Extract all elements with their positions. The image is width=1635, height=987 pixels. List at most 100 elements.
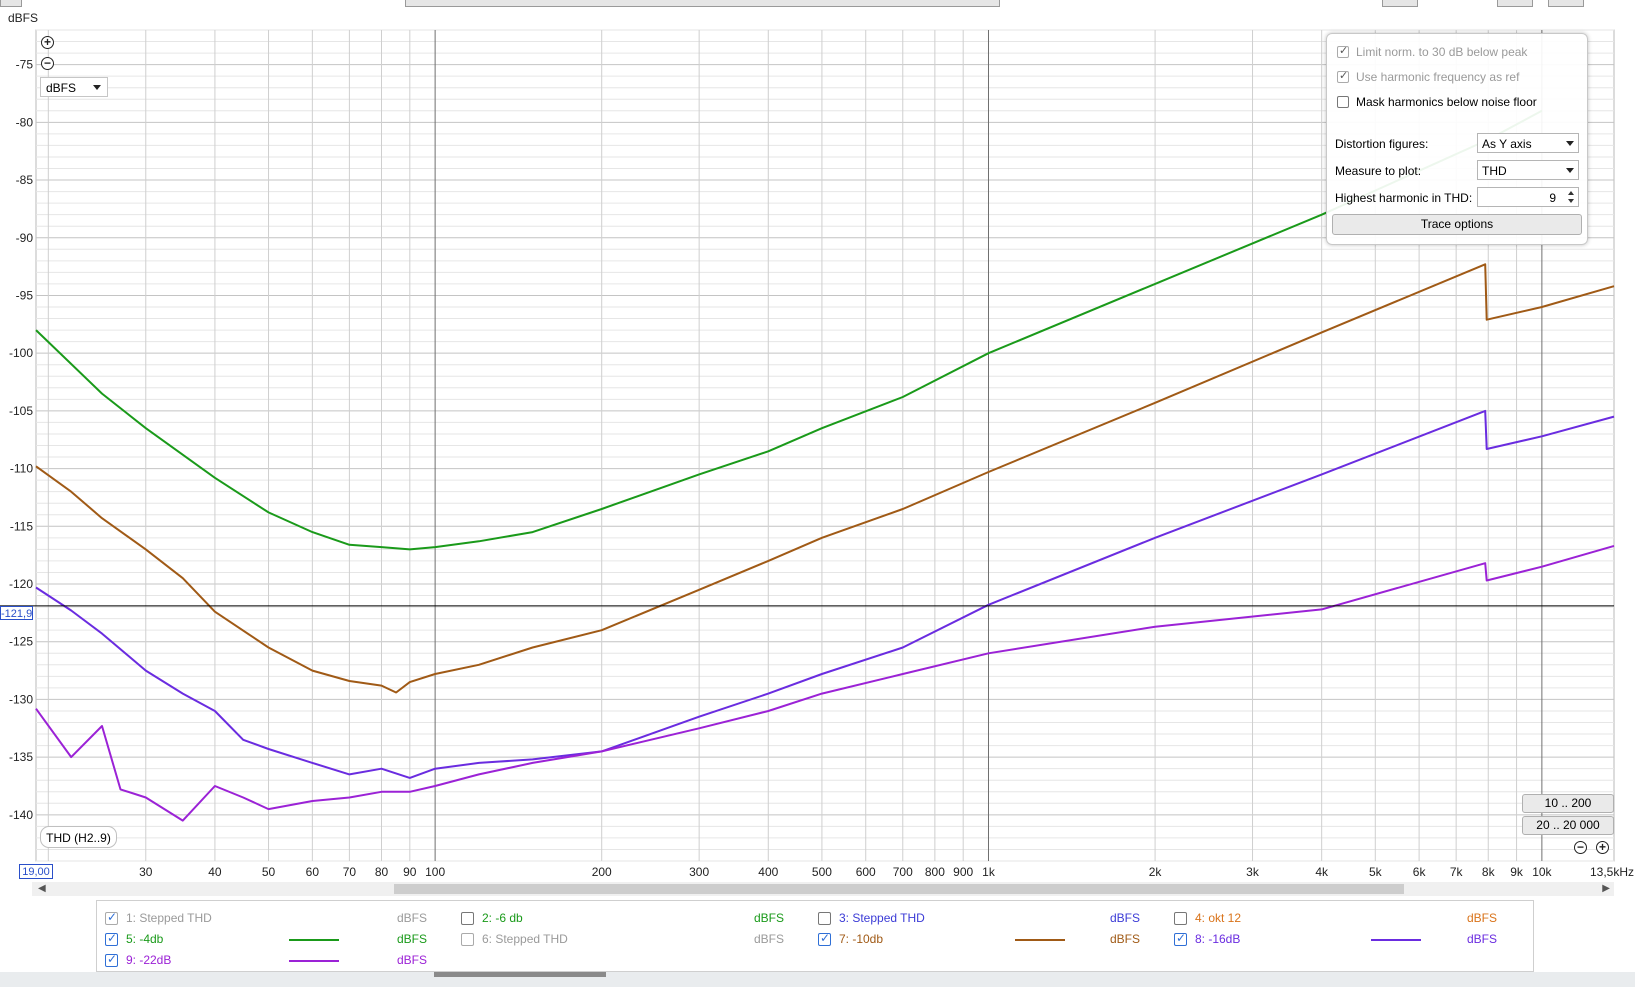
x-tick-label: 50 — [262, 865, 276, 879]
x-tick-label: 500 — [812, 865, 832, 879]
legend-checkbox[interactable] — [461, 932, 474, 946]
legend-label: 1: Stepped THD — [126, 911, 212, 925]
limit-norm-option[interactable]: Limit norm. to 30 dB below peak — [1337, 43, 1527, 61]
x-tick-label: 200 — [592, 865, 612, 879]
zoom-in-y-icon[interactable]: + — [41, 36, 54, 49]
zoom-out-y-icon[interactable]: − — [41, 57, 54, 70]
legend-label: 4: okt 12 — [1195, 911, 1242, 925]
zoom-in-x-icon[interactable]: + — [1596, 841, 1609, 854]
legend-unit: dBFS — [1110, 932, 1141, 946]
legend-item[interactable]: 7: -10db — [818, 930, 883, 948]
legend-checkbox[interactable] — [1174, 931, 1187, 946]
spin-up-icon[interactable] — [1568, 191, 1574, 195]
legend-unit: dBFS — [1467, 932, 1498, 946]
distortion-figures-label: Distortion figures: — [1335, 137, 1429, 151]
x-tick-label: 80 — [375, 865, 389, 879]
highest-harmonic-label: Highest harmonic in THD: — [1335, 191, 1473, 205]
x-tick-label: 700 — [893, 865, 913, 879]
legend-item[interactable]: 9: -22dB — [105, 951, 171, 969]
x-tick-labels: 30 40 50 60 70 80 90 100 200 300 400 500 600 700 800 90… — [139, 865, 1634, 879]
range-10-200-button[interactable]: 10 .. 200 — [1522, 794, 1614, 813]
legend-item[interactable]: 6: Stepped THD — [461, 930, 568, 948]
legend-label: 2: -6 db — [482, 911, 523, 925]
y-tick-label: -120 — [9, 577, 33, 591]
legend-label: 3: Stepped THD — [839, 911, 925, 925]
scroll-right-icon[interactable]: ▶ — [1602, 882, 1610, 896]
use-harmonic-option[interactable]: Use harmonic frequency as ref — [1337, 68, 1519, 86]
range-20-20000-button[interactable]: 20 .. 20 000 — [1522, 816, 1614, 835]
legend-checkbox[interactable] — [105, 931, 118, 946]
x-tick-label: 60 — [306, 865, 320, 879]
legend-line-swatch — [1371, 939, 1421, 941]
x-start-readout[interactable]: 19,00 — [19, 864, 53, 879]
legend-item[interactable]: 1: Stepped THD — [105, 909, 212, 927]
x-tick-label: 30 — [139, 865, 153, 879]
x-tick-label: 300 — [689, 865, 709, 879]
x-tick-label: 400 — [758, 865, 778, 879]
legend-checkbox[interactable] — [1174, 911, 1187, 925]
legend-unit: dBFS — [397, 911, 428, 925]
y-tick-label: -115 — [10, 519, 33, 533]
legend-unit: dBFS — [397, 932, 428, 946]
distortion-options-panel: Limit norm. to 30 dB below peak Use harm… — [1326, 33, 1588, 245]
legend-checkbox[interactable] — [461, 911, 474, 925]
y-axis-title: dBFS — [8, 11, 38, 25]
legend-checkbox[interactable] — [818, 911, 831, 925]
chevron-down-icon — [1566, 141, 1574, 146]
y-tick-label: -100 — [9, 346, 33, 360]
mask-harmonics-label: Mask harmonics below noise floor — [1356, 95, 1537, 109]
legend-panel: 1: Stepped THD dBFS 2: -6 db dBFS 3: Stepped… — [96, 900, 1534, 972]
x-tick-label: 3k — [1246, 865, 1260, 879]
legend-item[interactable]: 3: Stepped THD — [818, 909, 925, 927]
legend-checkbox[interactable] — [105, 910, 118, 925]
distortion-figures-select[interactable]: As Y axis — [1477, 133, 1579, 153]
trace-label: THD (H2..9) — [40, 826, 117, 848]
measure-to-plot-value: THD — [1482, 164, 1507, 178]
cursor-value-readout[interactable]: -121,9 — [0, 606, 33, 620]
scroll-thumb[interactable] — [394, 884, 1404, 894]
x-tick-label: 4k — [1315, 865, 1329, 879]
limit-norm-label: Limit norm. to 30 dB below peak — [1356, 45, 1528, 59]
legend-label: 8: -16dB — [1195, 932, 1241, 946]
x-tick-label: 2k — [1149, 865, 1163, 879]
measure-to-plot-select[interactable]: THD — [1477, 160, 1579, 180]
x-tick-label: 1k — [982, 865, 996, 879]
scroll-left-icon[interactable]: ◀ — [38, 882, 46, 896]
y-tick-label: -105 — [9, 404, 33, 418]
legend-unit: dBFS — [754, 911, 785, 925]
y-tick-label: -90 — [16, 231, 34, 245]
zoom-out-x-icon[interactable]: − — [1574, 841, 1587, 854]
legend-item[interactable]: 8: -16dB — [1174, 930, 1240, 948]
legend-item[interactable]: 2: -6 db — [461, 909, 523, 927]
legend-checkbox[interactable] — [105, 952, 118, 967]
y-tick-label: -95 — [16, 288, 34, 302]
mask-harmonics-checkbox[interactable] — [1337, 96, 1349, 108]
legend-label: 7: -10db — [839, 932, 884, 946]
x-tick-label: 90 — [403, 865, 417, 879]
x-tick-label: 70 — [343, 865, 357, 879]
y-tick-label: -135 — [9, 750, 33, 764]
x-scrollbar[interactable]: ◀ ▶ — [32, 882, 1614, 896]
distortion-figures-value: As Y axis — [1482, 137, 1532, 151]
legend-item[interactable]: 5: -4db — [105, 930, 163, 948]
use-harmonic-checkbox[interactable] — [1337, 69, 1349, 83]
limit-norm-checkbox[interactable] — [1337, 44, 1349, 58]
unit-select-value: dBFS — [46, 81, 77, 95]
highest-harmonic-value: 9 — [1549, 191, 1556, 205]
x-tick-label: 7k — [1450, 865, 1464, 879]
mask-harmonics-option[interactable]: Mask harmonics below noise floor — [1337, 93, 1537, 111]
y-tick-label: -80 — [16, 115, 34, 129]
highest-harmonic-spinner[interactable]: 9 — [1477, 187, 1579, 207]
legend-item[interactable]: 4: okt 12 — [1174, 909, 1241, 927]
legend-line-swatch — [289, 939, 339, 941]
legend-checkbox[interactable] — [818, 931, 831, 946]
legend-line-swatch — [289, 960, 339, 962]
unit-select[interactable]: dBFS — [40, 77, 108, 97]
x-tick-label: 800 — [925, 865, 945, 879]
trace-options-button[interactable]: Trace options — [1332, 214, 1582, 235]
chevron-down-icon — [93, 85, 101, 90]
legend-unit: dBFS — [397, 953, 428, 967]
spin-down-icon[interactable] — [1568, 199, 1574, 203]
measure-to-plot-label: Measure to plot: — [1335, 164, 1422, 178]
bottom-scroll-thumb[interactable] — [434, 972, 606, 977]
